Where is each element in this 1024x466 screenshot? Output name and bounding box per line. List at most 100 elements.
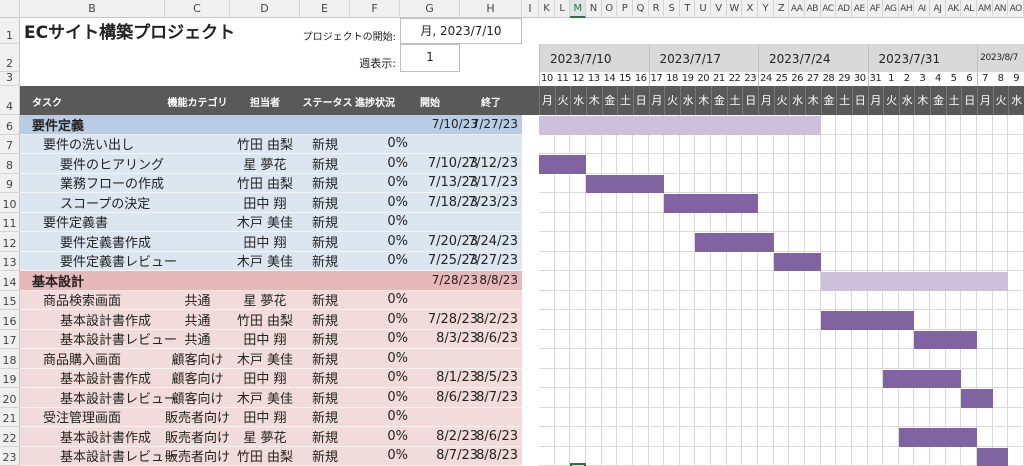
gantt-cell[interactable]: [804, 232, 821, 252]
task-bar[interactable]: [539, 155, 586, 174]
gantt-cell[interactable]: [570, 271, 586, 291]
gantt-cell[interactable]: [617, 134, 633, 154]
gantt-cell[interactable]: [601, 212, 618, 232]
gantt-cell[interactable]: [726, 349, 743, 369]
gantt-cell[interactable]: [789, 271, 805, 291]
gantt-cell[interactable]: [648, 154, 665, 174]
status-cell[interactable]: 新規: [300, 427, 350, 446]
gantt-cell[interactable]: [914, 232, 931, 252]
task-cell[interactable]: 基本設計書作成: [60, 369, 165, 387]
column-header-G[interactable]: G: [400, 0, 460, 18]
gantt-cell[interactable]: [617, 368, 633, 388]
gantt-cell[interactable]: [867, 388, 884, 408]
column-header-N[interactable]: N: [585, 0, 602, 18]
table-row[interactable]: 基本設計書レビュー 顧客向け 木戸 美佳 新規 0% 8/6/23 8/7/23: [20, 388, 522, 408]
gantt-cell[interactable]: [617, 407, 633, 427]
gantt-cell[interactable]: [804, 271, 821, 291]
row-header-8[interactable]: 8: [0, 154, 20, 174]
gantt-cell[interactable]: [789, 446, 805, 466]
end-cell[interactable]: 8/6/23: [460, 427, 518, 446]
gantt-cell[interactable]: [820, 173, 837, 193]
gantt-cell[interactable]: [758, 388, 774, 408]
gantt-cell[interactable]: [742, 349, 759, 369]
gantt-cell[interactable]: [961, 232, 978, 252]
task-cell[interactable]: 要件の洗い出し: [43, 135, 165, 153]
gantt-cell[interactable]: [570, 212, 586, 232]
gantt-cell[interactable]: [554, 427, 571, 447]
gantt-cell[interactable]: [804, 329, 821, 349]
gantt-cell[interactable]: [711, 251, 727, 271]
gantt-cell[interactable]: [961, 193, 978, 213]
gantt-cell[interactable]: [585, 349, 602, 369]
gantt-cell[interactable]: [977, 407, 993, 427]
column-header-AF[interactable]: AF: [867, 0, 884, 18]
column-header-C[interactable]: C: [165, 0, 230, 18]
gantt-cell[interactable]: [977, 329, 993, 349]
gantt-cell[interactable]: [632, 310, 649, 330]
gantt-cell[interactable]: [601, 251, 618, 271]
gantt-cell[interactable]: [601, 349, 618, 369]
column-header-W[interactable]: W: [726, 0, 743, 18]
gantt-cell[interactable]: [992, 154, 1009, 174]
gantt-cell[interactable]: [867, 446, 884, 466]
gantt-cell[interactable]: [585, 446, 602, 466]
gantt-cell[interactable]: [742, 212, 759, 232]
gantt-cell[interactable]: [711, 349, 727, 369]
gantt-cell[interactable]: [851, 154, 868, 174]
gantt-cell[interactable]: [773, 349, 790, 369]
category-cell[interactable]: 顧客向け: [165, 388, 230, 407]
owner-cell[interactable]: 田中 翔: [230, 369, 300, 387]
gantt-cell[interactable]: [632, 232, 649, 252]
gantt-cell[interactable]: [554, 368, 571, 388]
gantt-cell[interactable]: [836, 388, 852, 408]
row-header-17[interactable]: 17: [0, 329, 20, 349]
gantt-cell[interactable]: [1008, 290, 1024, 310]
row-header-9[interactable]: 9: [0, 173, 20, 193]
gantt-cell[interactable]: [758, 212, 774, 232]
gantt-cell[interactable]: [570, 290, 586, 310]
task-bar[interactable]: [695, 233, 774, 252]
table-row[interactable]: 要件定義書作成 田中 翔新規 0% 7/20/23 7/24/23: [20, 232, 522, 252]
gantt-cell[interactable]: [554, 232, 571, 252]
gantt-cell[interactable]: [883, 115, 899, 135]
end-cell[interactable]: 7/24/23: [460, 232, 518, 251]
gantt-cell[interactable]: [742, 134, 759, 154]
gantt-cell[interactable]: [773, 193, 790, 213]
gantt-cell[interactable]: [1008, 173, 1024, 193]
column-header-P[interactable]: P: [617, 0, 633, 18]
gantt-cell[interactable]: [726, 329, 743, 349]
gantt-cell[interactable]: [601, 368, 618, 388]
gantt-cell[interactable]: [617, 388, 633, 408]
gantt-cell[interactable]: [804, 368, 821, 388]
gantt-cell[interactable]: [648, 212, 665, 232]
gantt-cell[interactable]: [554, 251, 571, 271]
gantt-cell[interactable]: [789, 173, 805, 193]
gantt-cell[interactable]: [554, 388, 571, 408]
owner-cell[interactable]: 竹田 由梨: [230, 310, 300, 329]
phase-bar[interactable]: [539, 116, 821, 135]
gantt-cell[interactable]: [836, 290, 852, 310]
gantt-cell[interactable]: [726, 154, 743, 174]
gantt-cell[interactable]: [820, 193, 837, 213]
gantt-cell[interactable]: [539, 212, 555, 232]
end-cell[interactable]: 7/23/23: [460, 193, 518, 212]
gantt-cell[interactable]: [726, 173, 743, 193]
gantt-cell[interactable]: [836, 407, 852, 427]
end-cell[interactable]: [460, 213, 518, 232]
gantt-cell[interactable]: [867, 329, 884, 349]
table-row[interactable]: 業務フローの作成 竹田 由梨 新規 0% 7/13/23 7/17/23: [20, 173, 522, 193]
gantt-cell[interactable]: [726, 290, 743, 310]
gantt-cell[interactable]: [836, 329, 852, 349]
gantt-cell[interactable]: [945, 290, 962, 310]
gantt-cell[interactable]: [789, 388, 805, 408]
gantt-cell[interactable]: [585, 310, 602, 330]
gantt-cell[interactable]: [617, 349, 633, 369]
gantt-cell[interactable]: [898, 407, 915, 427]
gantt-cell[interactable]: [773, 407, 790, 427]
task-bar[interactable]: [914, 330, 978, 349]
gantt-cell[interactable]: [539, 290, 555, 310]
column-header-AJ[interactable]: AJ: [930, 0, 946, 18]
gantt-cell[interactable]: [664, 329, 680, 349]
gantt-cell[interactable]: [1008, 329, 1024, 349]
gantt-cell[interactable]: [664, 271, 680, 291]
